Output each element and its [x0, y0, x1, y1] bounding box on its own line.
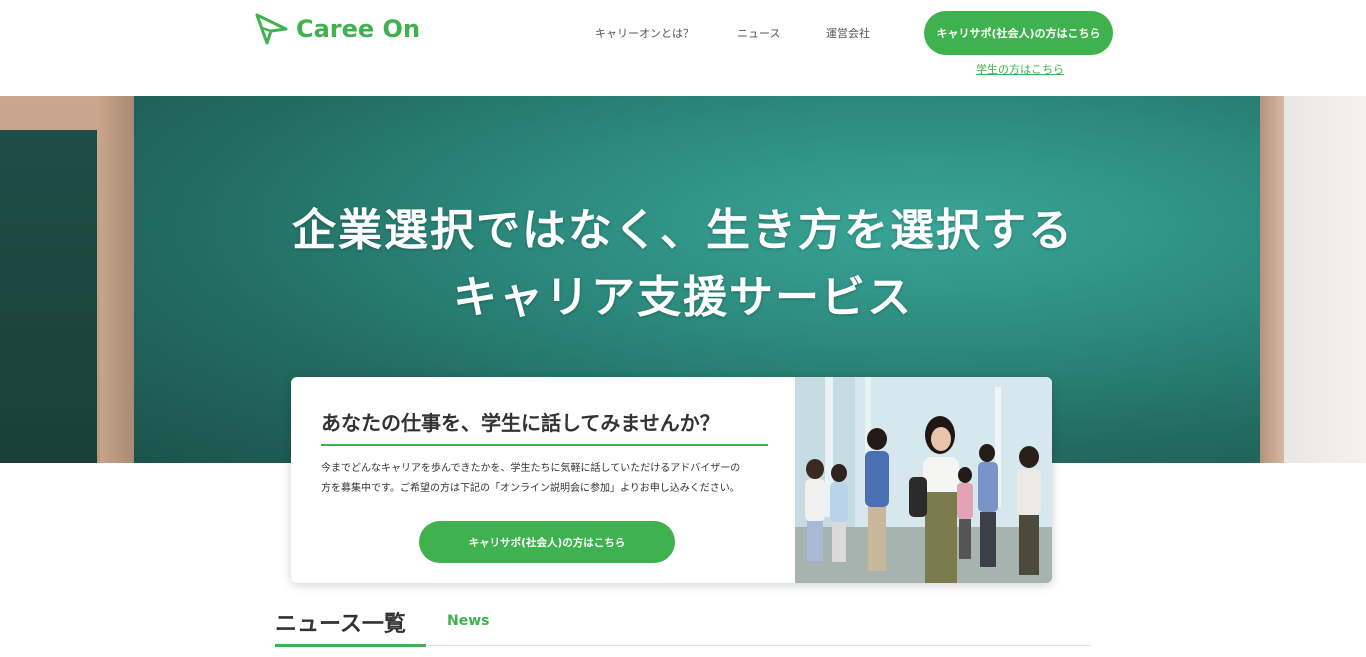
nav-news[interactable]: ニュース	[737, 25, 780, 41]
hero-title-line2: キャリア支援サービス	[453, 272, 913, 323]
hero-title-line1: 企業選択ではなく、生き方を選択する	[292, 205, 1074, 256]
card-description-line2: 方を募集中です。ご希望の方は下記の「オンライン説明会に参加」よりお申し込みくださ…	[321, 483, 740, 494]
card-description: 今までどんなキャリアを歩んできたかを、学生たちに気軽に話していただけるアドバイザ…	[321, 459, 771, 499]
students-photo-illustration	[795, 377, 1052, 583]
students-photo	[795, 377, 1052, 583]
logo-text: Caree On	[296, 15, 421, 43]
advisor-recruit-card: あなたの仕事を、学生に話してみませんか？ 今までどんなキャリアを歩んできたかを、…	[291, 377, 1052, 583]
site-header: Caree On キャリーオンとは？ ニュース 運営会社 キャリサポ(社会人)の…	[0, 0, 1366, 96]
student-link[interactable]: 学生の方はこちら	[976, 61, 1064, 77]
news-section-title-en: News	[447, 613, 490, 629]
card-adult-signup-button[interactable]: キャリサポ(社会人)の方はこちら	[419, 521, 675, 563]
nav-company[interactable]: 運営会社	[826, 25, 870, 41]
card-heading: あなたの仕事を、学生に話してみませんか？	[321, 411, 720, 435]
logo[interactable]: Caree On	[254, 12, 420, 46]
nav-about[interactable]: キャリーオンとは？	[595, 25, 694, 41]
news-divider-accent	[275, 644, 426, 647]
card-description-line1: 今までどんなキャリアを歩んできたかを、学生たちに気軽に話していただけるアドバイザ…	[321, 463, 741, 474]
card-heading-underline	[321, 444, 768, 446]
page: Caree On キャリーオンとは？ ニュース 運営会社 キャリサポ(社会人)の…	[0, 0, 1366, 657]
adult-signup-button[interactable]: キャリサポ(社会人)の方はこちら	[924, 11, 1113, 55]
news-section-title: ニュース一覧	[275, 612, 406, 637]
paper-plane-logo-icon	[255, 13, 288, 45]
